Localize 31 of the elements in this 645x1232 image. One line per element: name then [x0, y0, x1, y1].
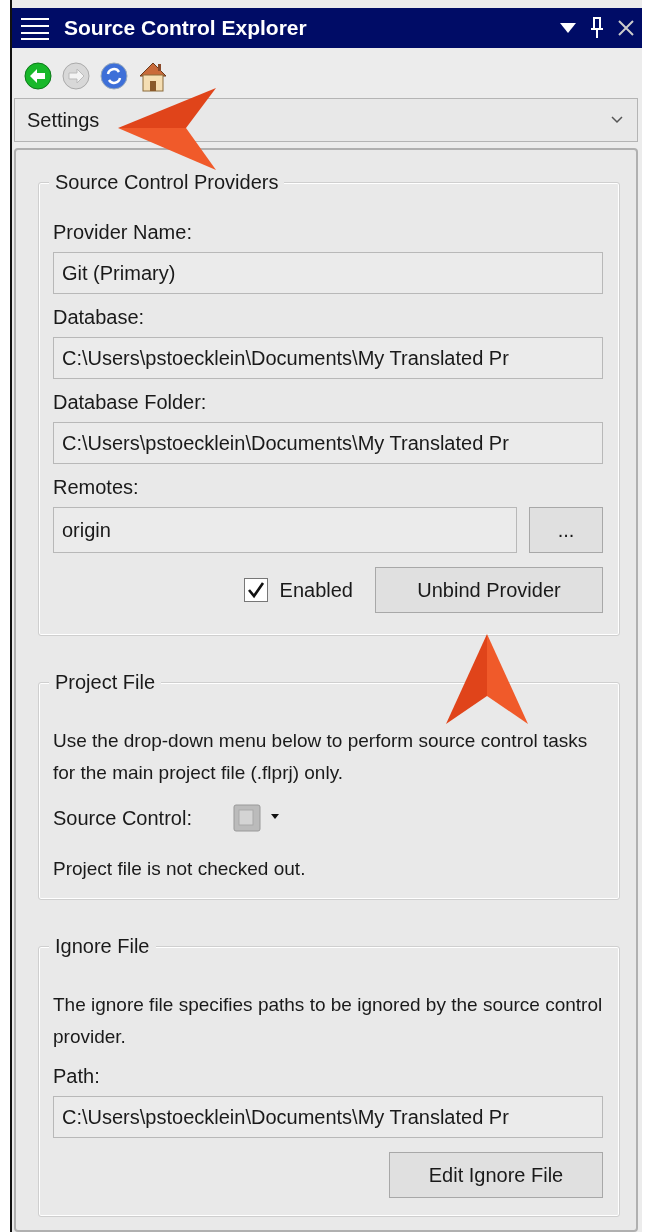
field-label: Remotes: [53, 476, 140, 499]
edit-ignore-file-button[interactable]: Edit Ignore File [389, 1152, 603, 1198]
status-text: Project file is not checked out. [53, 857, 307, 881]
pin-icon[interactable] [590, 17, 604, 39]
field-label: Database Folder: [53, 391, 208, 414]
field-label: Source Control: [53, 806, 193, 830]
view-dropdown[interactable]: Settings [14, 98, 638, 142]
browse-button[interactable]: ... [529, 507, 603, 553]
checkbox[interactable] [243, 578, 268, 602]
menu-icon[interactable] [20, 16, 50, 40]
window-title: Source Control Explorer [64, 16, 308, 40]
text-field[interactable]: C:\Users\pstoecklein\Documents\My Translated Pr [53, 422, 603, 464]
unbind-button[interactable]: Unbind Provider [375, 567, 603, 613]
text-field[interactable]: C:\Users\pstoecklein\Documents\My Translated Pr [53, 337, 603, 379]
description-text: The ignore file specifies paths to be ignored by the source control provider. [53, 993, 603, 1049]
group-legend: Project File [49, 671, 162, 694]
refresh-icon[interactable] [100, 62, 128, 90]
back-icon[interactable] [24, 62, 52, 90]
dropdown-arrow-icon[interactable] [560, 22, 576, 34]
field-label: Database: [53, 306, 146, 329]
field-label: Path: [53, 1065, 101, 1088]
description-text: Use the drop-down menu below to perform source control tasks for the main project file (.flprj) only. [53, 729, 589, 785]
chevron-down-icon [611, 116, 623, 124]
group-legend: Ignore File [49, 935, 156, 958]
path-field[interactable]: C:\Users\pstoecklein\Documents\My Translated Pr [53, 1096, 603, 1138]
checkbox-label: Enabled [279, 578, 353, 602]
close-icon[interactable] [618, 20, 634, 36]
remotes-field[interactable]: origin [53, 507, 517, 553]
field-label: Provider Name: [53, 221, 193, 244]
home-icon[interactable] [138, 60, 168, 92]
text-field[interactable]: Git (Primary) [53, 252, 603, 294]
